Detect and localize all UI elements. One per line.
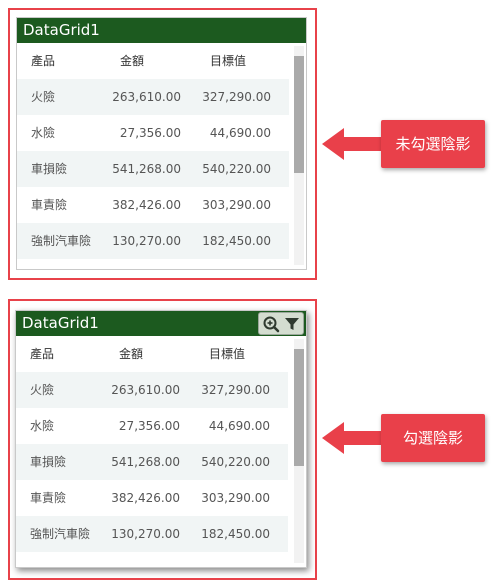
cell-target: 303,290.00 — [201, 491, 270, 505]
highlight-frame-no-shadow: DataGrid1 產品 金額 目標值 火險 263,610.00 327,29… — [8, 8, 317, 280]
cell-product: 車責險 — [30, 491, 67, 505]
cell-amount: 130,270.00 — [111, 527, 180, 541]
toolbar-buttons — [258, 312, 304, 335]
vertical-scrollbar[interactable] — [294, 46, 304, 265]
cell-product: 強制汽車險 — [30, 527, 91, 541]
cell-target: 182,450.00 — [202, 234, 271, 248]
cell-amount: 263,610.00 — [112, 90, 181, 104]
cell-target: 327,290.00 — [201, 383, 270, 397]
datagrid-no-shadow: DataGrid1 產品 金額 目標值 火險 263,610.00 327,29… — [16, 17, 307, 270]
cell-product: 車損險 — [31, 162, 68, 176]
left-arrow-icon — [322, 422, 382, 454]
table-row[interactable]: 車損險 541,268.00 540,220.00 — [16, 444, 288, 480]
cell-product: 火險 — [30, 383, 55, 397]
datagrid-table: 產品 金額 目標值 火險 263,610.00 327,290.00 水險 27… — [16, 336, 288, 552]
highlight-frame-shadow: DataGrid1 產品 金額 目標值 火險 263,610.00 327,29… — [8, 299, 317, 580]
callout-no-shadow: 未勾選陰影 — [381, 120, 485, 168]
table-row[interactable]: 強制汽車險 130,270.00 182,450.00 — [16, 516, 288, 552]
cell-target: 327,290.00 — [202, 90, 271, 104]
datagrid-table: 產品 金額 目標值 火險 263,610.00 327,290.00 水險 27… — [17, 43, 289, 259]
cell-amount: 27,356.00 — [119, 126, 181, 140]
column-header-amount[interactable]: 金額 — [119, 336, 143, 372]
table-row[interactable]: 火險 263,610.00 327,290.00 — [17, 79, 289, 115]
cell-target: 540,220.00 — [201, 455, 270, 469]
column-header-product[interactable]: 產品 — [30, 336, 54, 372]
scrollbar-thumb[interactable] — [294, 349, 304, 466]
table-row[interactable]: 車責險 382,426.00 303,290.00 — [17, 187, 289, 223]
column-header-amount[interactable]: 金額 — [120, 43, 144, 79]
cell-product: 水險 — [30, 419, 55, 433]
cell-amount: 382,426.00 — [111, 491, 180, 505]
table-row[interactable]: 火險 263,610.00 327,290.00 — [16, 372, 288, 408]
left-arrow-icon — [322, 128, 382, 160]
datagrid-with-shadow: DataGrid1 產品 金額 目標值 火險 263,610.00 327,29… — [15, 310, 307, 568]
cell-amount: 382,426.00 — [112, 198, 181, 212]
table-row[interactable]: 車損險 541,268.00 540,220.00 — [17, 151, 289, 187]
zoom-in-icon[interactable] — [261, 315, 281, 333]
cell-amount: 27,356.00 — [118, 419, 180, 433]
cell-product: 車損險 — [30, 455, 67, 469]
cell-target: 44,690.00 — [208, 419, 270, 433]
table-row[interactable]: 強制汽車險 130,270.00 182,450.00 — [17, 223, 289, 259]
vertical-scrollbar[interactable] — [294, 339, 304, 563]
table-row[interactable]: 水險 27,356.00 44,690.00 — [16, 408, 288, 444]
table-row[interactable]: 車責險 382,426.00 303,290.00 — [16, 480, 288, 516]
cell-product: 水險 — [31, 126, 56, 140]
column-header-target[interactable]: 目標值 — [210, 43, 246, 79]
table-header-row: 產品 金額 目標值 — [17, 43, 289, 79]
table-header-row: 產品 金額 目標值 — [16, 336, 288, 372]
cell-product: 車責險 — [31, 198, 68, 212]
datagrid-title: DataGrid1 — [17, 18, 306, 43]
cell-target: 303,290.00 — [202, 198, 271, 212]
cell-amount: 130,270.00 — [112, 234, 181, 248]
cell-amount: 263,610.00 — [111, 383, 180, 397]
column-header-product[interactable]: 產品 — [31, 43, 55, 79]
cell-amount: 541,268.00 — [111, 455, 180, 469]
callout-shadow: 勾選陰影 — [381, 414, 485, 462]
cell-product: 強制汽車險 — [31, 234, 92, 248]
table-row[interactable]: 水險 27,356.00 44,690.00 — [17, 115, 289, 151]
cell-amount: 541,268.00 — [112, 162, 181, 176]
cell-target: 44,690.00 — [209, 126, 271, 140]
cell-target: 182,450.00 — [201, 527, 270, 541]
column-header-target[interactable]: 目標值 — [209, 336, 245, 372]
filter-icon[interactable] — [282, 315, 302, 333]
cell-product: 火險 — [31, 90, 56, 104]
scrollbar-thumb[interactable] — [294, 56, 304, 173]
cell-target: 540,220.00 — [202, 162, 271, 176]
